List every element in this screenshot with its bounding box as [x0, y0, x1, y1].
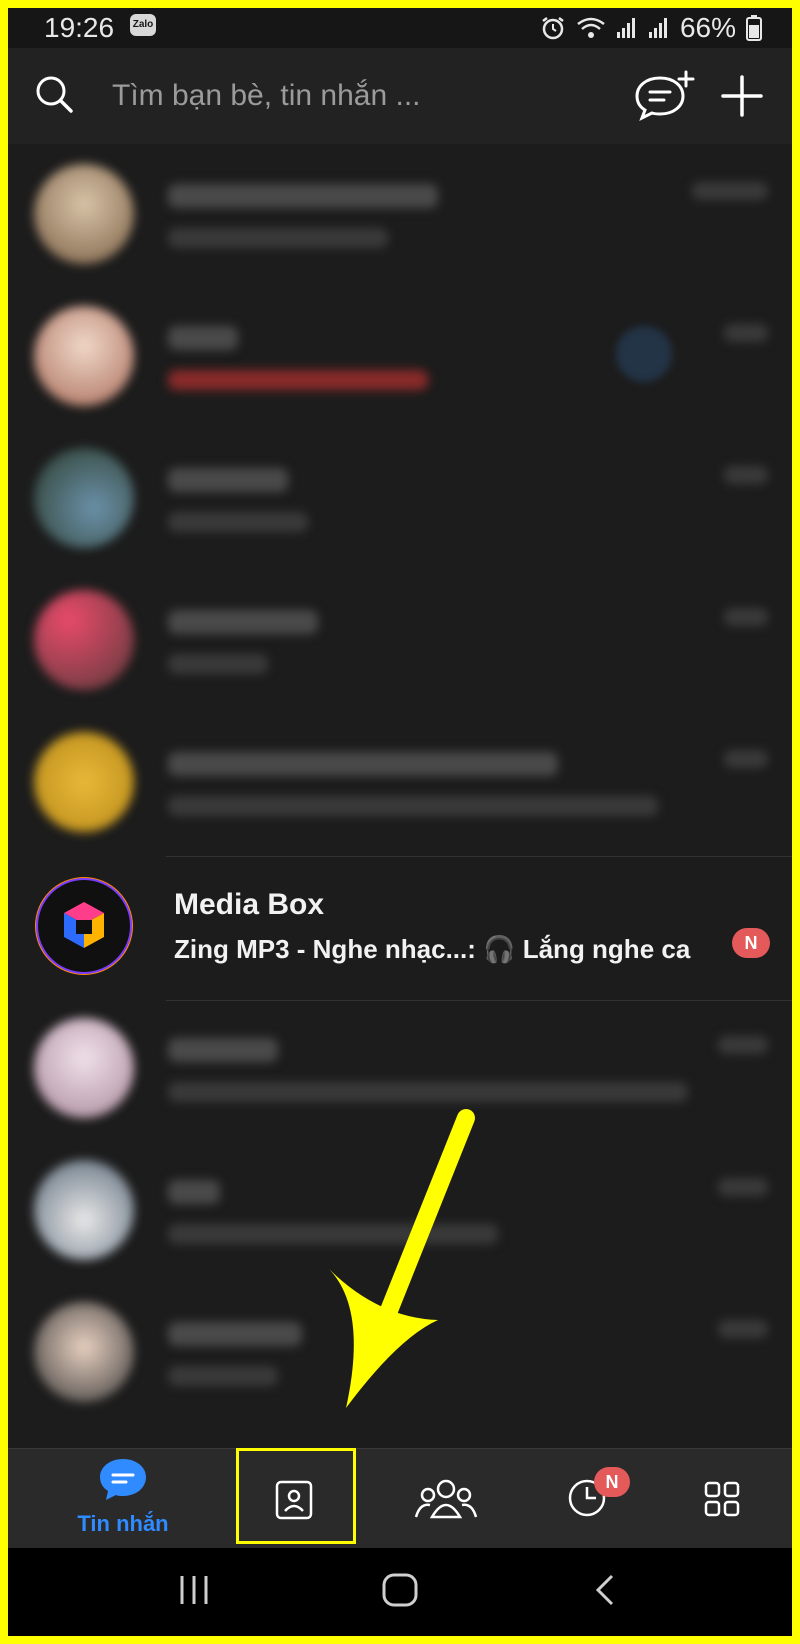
divider [166, 856, 792, 857]
plus-icon[interactable] [720, 74, 764, 118]
media-box-logo-icon [64, 902, 104, 948]
tab-messages[interactable]: Tin nhắn [58, 1449, 188, 1549]
blurred-preview [168, 1082, 688, 1102]
blurred-name [168, 1038, 278, 1062]
call-icon-blurred [616, 326, 672, 382]
blurred-preview [168, 654, 268, 674]
signal-icon-1 [616, 18, 635, 38]
arrow-annotation [328, 1109, 475, 1408]
battery-percent: 66% [679, 12, 736, 43]
unread-badge: N [732, 928, 770, 958]
blurred-preview [168, 1366, 278, 1386]
blurred-time [718, 1320, 768, 1338]
recent-apps-icon[interactable] [176, 1572, 212, 1608]
blurred-time [718, 1036, 768, 1054]
avatar [34, 306, 134, 406]
blurred-time [724, 608, 768, 626]
timeline-badge: N [594, 1467, 630, 1497]
phone-screen: 19:26 Zalo 66% Tìm bạn bè, tin nhắn ... … [8, 8, 792, 1636]
blurred-name [168, 468, 288, 492]
search-icon[interactable] [34, 74, 74, 114]
blurred-name [168, 610, 318, 634]
conversation-row[interactable] [8, 144, 792, 289]
search-header: Tìm bạn bè, tin nhắn ... [8, 48, 792, 144]
conversation-row[interactable] [8, 286, 792, 431]
groups-icon [414, 1479, 478, 1519]
zalo-notification-icon: Zalo [130, 14, 156, 36]
blurred-name [168, 326, 238, 350]
blurred-time [724, 750, 768, 768]
blurred-time [718, 1178, 768, 1196]
contacts-tab-highlight [236, 1448, 356, 1544]
conversation-name: Media Box [174, 888, 325, 921]
tab-more[interactable] [658, 1449, 788, 1549]
home-icon[interactable] [380, 1572, 420, 1608]
conversation-row[interactable] [8, 570, 792, 715]
blurred-name [168, 1322, 302, 1346]
status-time: 19:26 [44, 12, 115, 43]
alarm-icon [542, 17, 564, 40]
blurred-name [168, 184, 438, 208]
conversation-row-media-box[interactable]: Media Box Zing MP3 - Nghe nhạc...: 🎧 Lắn… [8, 856, 792, 1001]
avatar [34, 448, 134, 548]
wifi-icon [577, 17, 605, 38]
conversation-row[interactable] [8, 712, 792, 857]
blurred-name [168, 1180, 220, 1204]
blurred-preview [168, 228, 388, 248]
battery-icon [746, 15, 762, 41]
blurred-time [724, 466, 768, 484]
avatar [34, 590, 134, 690]
signal-icon-2 [648, 18, 667, 38]
tab-messages-label: Tin nhắn [77, 1511, 169, 1536]
tab-timeline[interactable]: N [522, 1449, 652, 1549]
avatar [34, 164, 134, 264]
search-input[interactable]: Tìm bạn bè, tin nhắn ... [112, 76, 542, 116]
blurred-preview [168, 796, 658, 816]
tab-groups[interactable] [382, 1449, 512, 1549]
bottom-navigation: Tin nhắn N [8, 1448, 792, 1549]
status-bar: 19:26 Zalo 66% [8, 8, 792, 48]
blurred-preview [168, 370, 428, 390]
avatar [34, 1160, 134, 1260]
media-box-avatar [38, 880, 130, 972]
back-icon[interactable] [590, 1572, 620, 1608]
grid-icon [704, 1481, 740, 1517]
avatar [34, 1302, 134, 1402]
conversation-row[interactable] [8, 428, 792, 573]
blurred-preview [168, 512, 308, 532]
blurred-time [692, 182, 768, 200]
chat-bubble-icon [100, 1459, 146, 1500]
system-navigation-bar [8, 1548, 792, 1636]
avatar [34, 732, 134, 832]
new-chat-icon[interactable] [634, 70, 696, 122]
conversation-preview: Zing MP3 - Nghe nhạc...: 🎧 Lắng nghe ca … [174, 934, 694, 964]
blurred-name [168, 752, 558, 776]
avatar [34, 1018, 134, 1118]
blurred-time [724, 324, 768, 342]
